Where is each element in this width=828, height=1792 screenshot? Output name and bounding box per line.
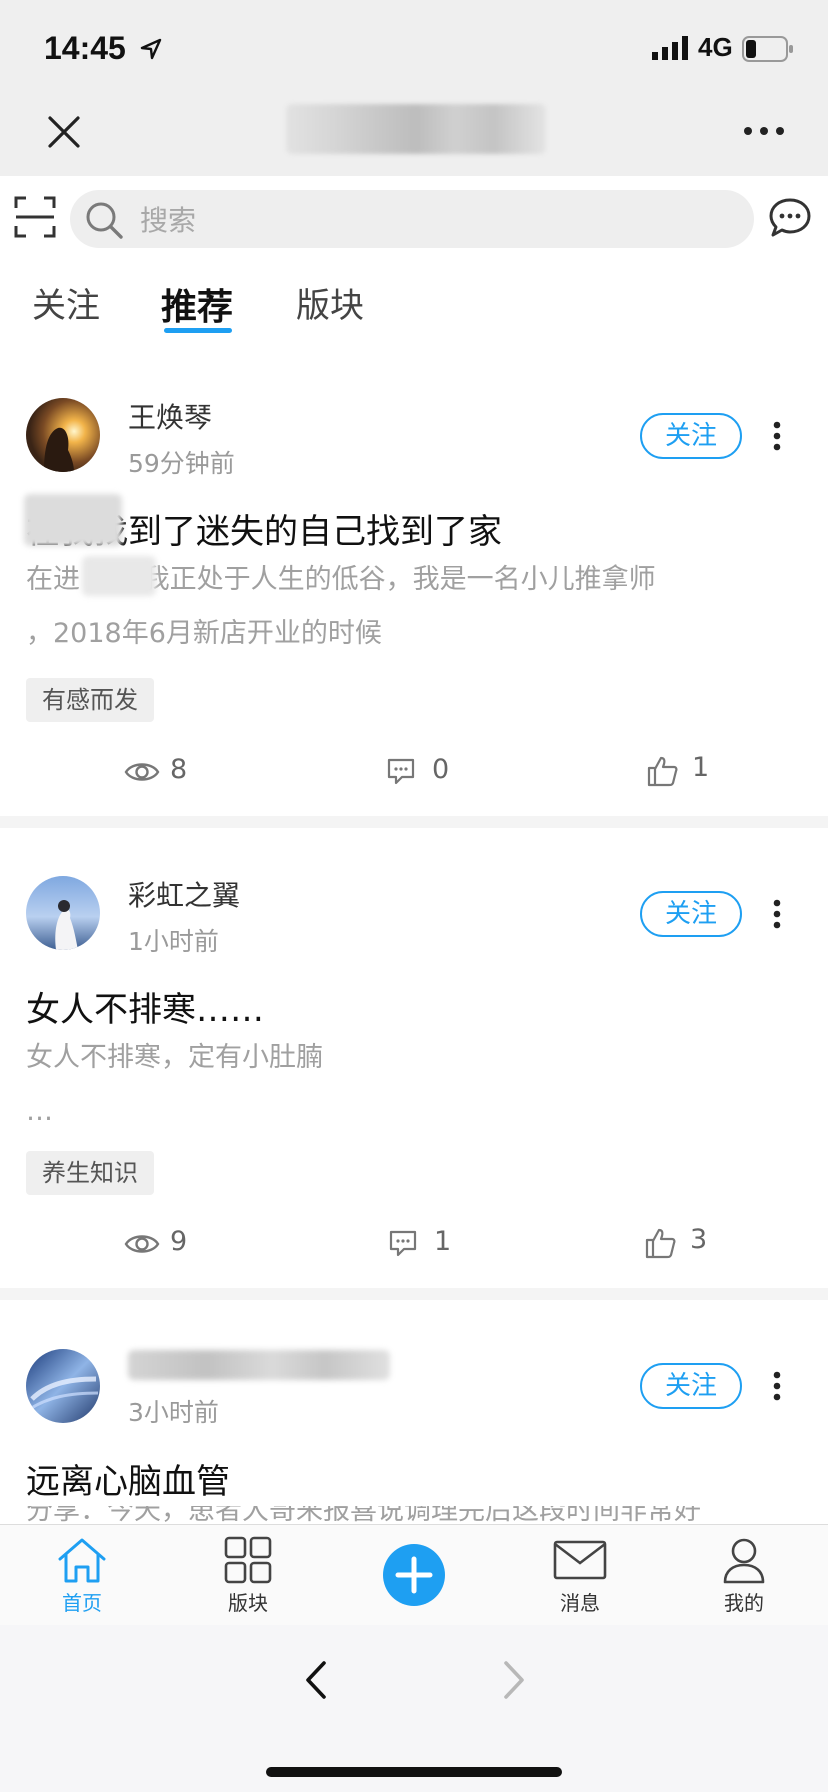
tab-sections-nav[interactable]: 版块 [198,1535,298,1616]
post-time: 3小时前 [128,1398,219,1427]
post-menu-icon[interactable] [770,1370,784,1402]
post-title[interactable]: 女人不排寒…… [26,982,264,1031]
follow-button[interactable]: 关注 [640,413,742,459]
avatar [26,398,100,472]
post-divider [0,816,828,828]
comments-count: 0 [432,754,450,785]
close-icon[interactable] [42,110,86,154]
author-name[interactable]: 彩虹之翼 [128,874,240,914]
post-excerpt[interactable]: 分享：今天，患者大哥来报喜说调理完后这段时间非常好 [26,1506,786,1524]
back-arrow-icon[interactable] [296,1655,336,1705]
eye-icon [124,1235,160,1253]
tab-me[interactable]: 我的 [694,1535,794,1616]
tab-sections[interactable]: 版块 [296,278,364,327]
bottom-tab-bar: 首页 版块 消息 我的 [0,1524,828,1625]
search-icon [86,202,123,239]
post-title[interactable]: 远离心脑血管 [26,1454,230,1503]
post-menu-icon[interactable] [770,898,784,930]
avatar [26,876,100,950]
search-bar[interactable] [70,190,754,248]
redacted-text [82,556,156,596]
create-post-button[interactable] [383,1544,445,1606]
post-time: 59分钟前 [128,449,235,478]
follow-button[interactable]: 关注 [640,1363,742,1409]
likes-count: 1 [692,752,710,783]
post-excerpt[interactable]: ，2018年6月新店开业的时候 [26,607,786,661]
post-time: 1小时前 [128,927,219,956]
browser-toolbar [0,1625,828,1792]
post-menu-icon[interactable] [770,420,784,452]
post-tag[interactable]: 养生知识 [26,1151,154,1195]
location-arrow-icon [140,38,162,60]
page-title-redacted [286,104,546,154]
views-count: 8 [170,754,188,785]
battery-icon [742,36,793,62]
avatar [26,1349,100,1423]
author-name-redacted [128,1350,390,1380]
tab-home[interactable]: 首页 [32,1535,132,1616]
tab-home-label: 首页 [62,1591,102,1615]
post-divider [0,1288,828,1300]
tab-following[interactable]: 关注 [32,278,100,327]
browser-header: 14:45 4G [0,0,828,176]
thumbs-up-icon[interactable] [644,1226,678,1260]
search-input[interactable] [138,196,722,244]
views-count: 9 [170,1226,188,1257]
comment-icon [389,1230,417,1257]
tab-messages-label: 消息 [560,1591,600,1615]
follow-button[interactable]: 关注 [640,891,742,937]
likes-count: 3 [690,1224,708,1255]
tab-sections-label: 版块 [228,1591,268,1615]
excerpt-clip: 分享：今天，患者大哥来报喜说调理完后这段时间非常好 [0,1506,828,1524]
user-icon [723,1538,765,1584]
post-excerpt[interactable]: … [26,1085,786,1139]
forward-arrow-icon[interactable] [494,1655,534,1705]
post-excerpt[interactable]: 女人不排寒，定有小肚腩 [26,1031,786,1085]
status-time: 14:45 [44,30,126,66]
post-tag[interactable]: 有感而发 [26,678,154,722]
tab-me-label: 我的 [724,1591,764,1615]
redacted-text [24,494,122,546]
chat-bubble-icon[interactable] [768,196,812,240]
envelope-icon [553,1540,607,1580]
active-tab-indicator [164,328,232,333]
plus-icon [395,1556,433,1594]
grid-icon [224,1536,272,1584]
tab-messages[interactable]: 消息 [530,1535,630,1616]
network-type: 4G [698,32,733,62]
cellular-signal-icon [652,36,688,60]
comments-count: 1 [434,1226,452,1257]
comment-icon [387,758,415,785]
eye-icon [124,763,160,781]
tab-recommended[interactable]: 推荐 [161,278,233,330]
home-indicator [266,1767,562,1777]
scan-icon[interactable] [14,196,56,238]
more-options-icon[interactable] [740,116,788,146]
author-name[interactable]: 王焕琴 [128,396,212,436]
home-icon [58,1538,106,1583]
thumbs-up-icon[interactable] [646,754,680,788]
